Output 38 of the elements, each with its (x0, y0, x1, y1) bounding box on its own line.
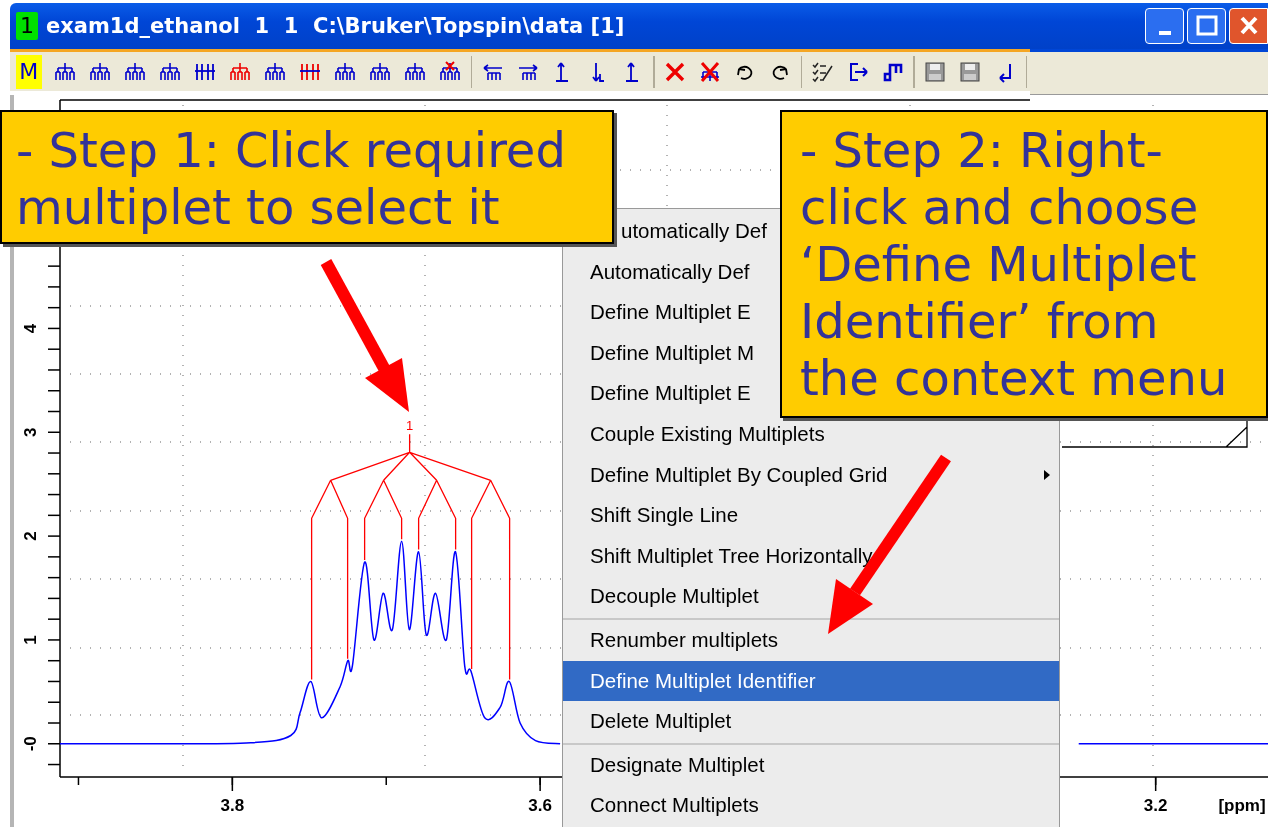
menu-item[interactable]: utomatically Def (619, 211, 777, 252)
menu-item[interactable]: Define Multiplet Identifier (563, 660, 1059, 702)
menu-item[interactable]: Define Multiplet E (563, 373, 761, 414)
menu-item[interactable]: Connect Multiplets (563, 785, 769, 826)
minimize-icon (1158, 31, 1171, 35)
menu-item[interactable]: Define Multiplet M (563, 332, 765, 374)
callout-note: - Step 2: Right-click and choose ‘Define Multiplet Identifier’ from the context menu (780, 110, 1268, 418)
axis-tick-label: 3.2 (1143, 796, 1168, 815)
menu-item[interactable]: Designate Multiplet (563, 744, 775, 786)
menu-item[interactable]: Automatically Def (563, 251, 760, 293)
axis-unit-label: [ppm] (1218, 796, 1266, 815)
submenu-arrow-icon (1043, 468, 1051, 481)
maximize-button[interactable] (1187, 8, 1226, 44)
axis-tick-label: 3.8 (220, 796, 245, 815)
menu-item[interactable]: Shift Single Line (563, 495, 749, 536)
save-icon[interactable] (958, 59, 982, 84)
multiplet-label: 1 (406, 418, 414, 434)
minimize-button[interactable] (1145, 8, 1184, 44)
axis-tick-label: 4 (21, 323, 40, 334)
axis-tick-label: -0 (21, 736, 40, 752)
menu-item[interactable]: Shift Multiplet Tree Horizontally (563, 535, 883, 577)
multiplet-mode-button[interactable]: M (16, 54, 42, 89)
axis-tick-label: 3.6 (528, 796, 552, 815)
close-button[interactable] (1229, 8, 1268, 44)
menu-item[interactable]: Define Multiplet E (563, 292, 761, 333)
axis-tick-label: 2 (21, 531, 40, 541)
axis-tick-label: 3 (21, 427, 40, 437)
window-badge: 1 (16, 12, 38, 40)
menu-item[interactable]: Renumber multiplets (563, 619, 788, 661)
delete-icon[interactable] (698, 59, 722, 84)
axis-tick-label: 1 (21, 635, 40, 645)
callout-note: - Step 1: Click required multiplet to select it (0, 110, 614, 244)
window-title: exam1d_ethanol 1 1 C:\Bruker\Topspin\data [1] (46, 14, 626, 38)
save-icon[interactable] (923, 59, 947, 84)
menu-item[interactable]: Delete Multiplet (563, 701, 742, 742)
menu-item[interactable]: Define Multiplet By Coupled Grid (563, 454, 898, 496)
multiplet-tree-drawing[interactable] (311, 433, 511, 681)
menu-item[interactable]: Decouple Multiplet (563, 576, 769, 617)
